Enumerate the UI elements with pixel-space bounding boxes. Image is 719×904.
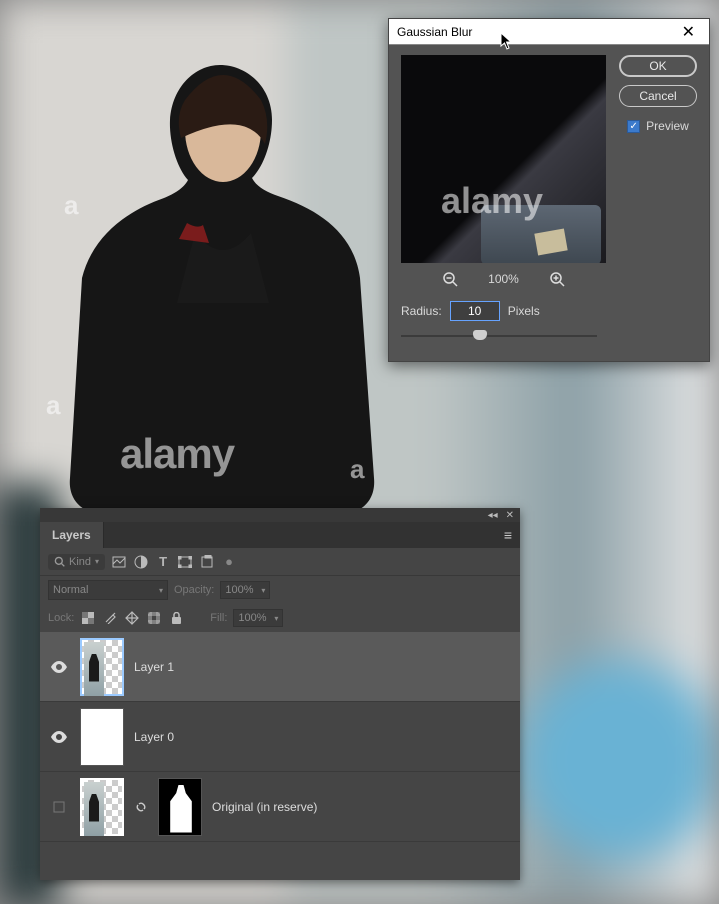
layer-row[interactable]: Original (in reserve) [40,772,520,842]
watermark-a-icon: a [46,390,60,421]
dialog-title: Gaussian Blur [397,25,472,39]
filter-preview[interactable]: alamy [401,55,606,263]
lock-position-icon[interactable] [124,610,140,626]
filter-adjustment-icon[interactable] [133,554,149,570]
ok-button[interactable]: OK [619,55,697,77]
preview-checkbox-label: Preview [646,119,689,133]
visibility-toggle[interactable] [48,801,70,813]
filter-shape-icon[interactable] [177,554,193,570]
layer-row[interactable]: Layer 0 [40,702,520,772]
panel-menu-icon[interactable]: ≡ [496,527,520,543]
lock-label: Lock: [48,612,74,624]
close-icon[interactable]: ✕ [676,20,701,44]
layer-list: Layer 1 Layer 0 Original (in reserve) [40,632,520,842]
canvas-subject [45,45,390,515]
lock-artboard-icon[interactable] [146,610,162,626]
layer-name-label[interactable]: Layer 1 [134,660,174,674]
tab-layers[interactable]: Layers [40,522,104,548]
radius-input[interactable] [450,301,500,321]
watermark-a-icon: a [64,190,78,221]
filter-smartobject-icon[interactable] [199,554,215,570]
layer-name-label[interactable]: Original (in reserve) [212,800,317,814]
cancel-button[interactable]: Cancel [619,85,697,107]
opacity-input[interactable]: 100%▾ [220,581,270,599]
slider-thumb-icon[interactable] [473,330,487,340]
radius-unit: Pixels [508,304,540,318]
lock-pixels-icon[interactable] [102,610,118,626]
layer-thumbnail[interactable] [80,778,124,836]
radius-label: Radius: [401,304,442,318]
panel-collapse-icon[interactable]: ◂◂ [488,510,498,521]
visibility-toggle[interactable] [48,661,70,673]
zoom-out-icon[interactable] [442,271,458,287]
layer-name-label[interactable]: Layer 0 [134,730,174,744]
lock-transparency-icon[interactable] [80,610,96,626]
opacity-label: Opacity: [174,584,214,596]
fill-input[interactable]: 100%▾ [233,609,283,627]
zoom-in-icon[interactable] [549,271,565,287]
radius-slider[interactable] [401,329,597,343]
blend-mode-select[interactable]: Normal▾ [48,580,168,600]
lock-all-icon[interactable] [168,610,184,626]
filter-kind-select[interactable]: Kind ▾ [48,554,105,570]
layer-thumbnail[interactable] [80,708,124,766]
link-icon[interactable] [134,800,148,814]
preview-watermark: alamy [441,180,543,222]
watermark-a-icon: a [350,454,364,485]
preview-checkbox[interactable]: ✓ [627,120,640,133]
dialog-titlebar[interactable]: Gaussian Blur ✕ [389,19,709,45]
layer-mask-thumbnail[interactable] [158,778,202,836]
visibility-toggle[interactable] [48,731,70,743]
layer-row[interactable]: Layer 1 [40,632,520,702]
panel-close-icon[interactable]: ✕ [506,510,514,521]
filter-artboard-icon[interactable]: ● [221,554,237,570]
layers-panel: ◂◂ ✕ Layers ≡ Kind ▾ T ● Normal▾ Opacity… [40,508,520,880]
zoom-level: 100% [488,272,519,286]
filter-type-icon[interactable]: T [155,554,171,570]
gaussian-blur-dialog: Gaussian Blur ✕ alamy 100% Radius: Pixel… [388,18,710,362]
fill-label: Fill: [210,612,227,624]
layer-thumbnail[interactable] [80,638,124,696]
filter-pixel-icon[interactable] [111,554,127,570]
